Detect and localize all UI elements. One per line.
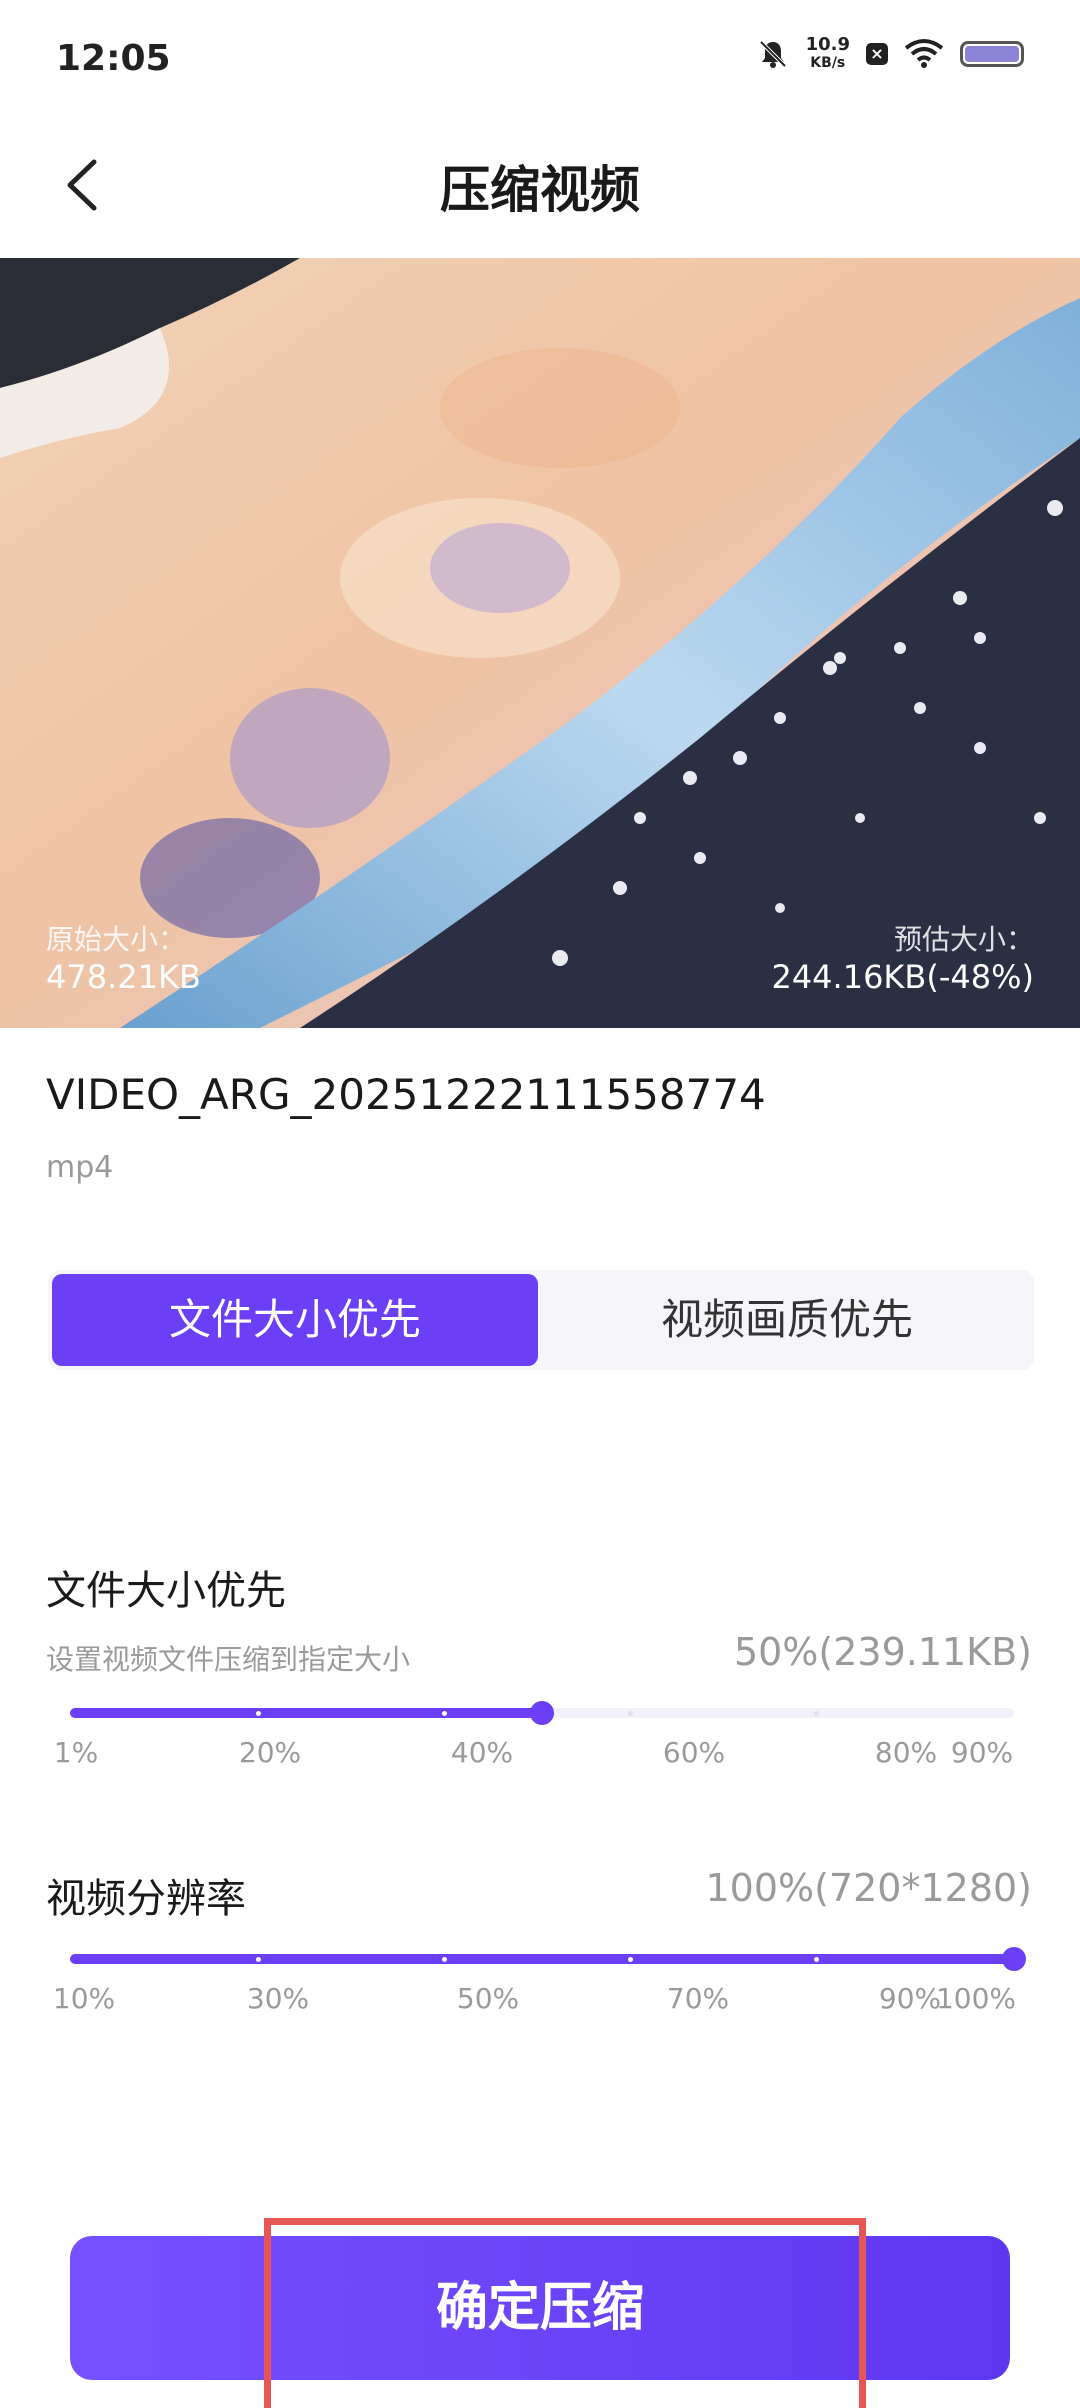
battery-icon <box>960 41 1024 67</box>
file-extension: mp4 <box>46 1150 114 1185</box>
tab-quality-priority[interactable]: 视频画质优先 <box>544 1274 1030 1366</box>
slider-tick <box>256 1711 261 1716</box>
confirm-compress-button[interactable]: 确定压缩 <box>70 2236 1010 2380</box>
slider-tick <box>814 1957 819 1962</box>
resolution-tick-label: 50% <box>456 1982 520 2015</box>
slider-fill <box>70 1954 1014 1964</box>
resolution-tick-label: 100% <box>935 1982 1017 2015</box>
resolution-tick-label: 90% <box>878 1982 942 2015</box>
slider-fill <box>70 1708 542 1718</box>
size-tick-label: 90% <box>950 1736 1014 1769</box>
size-tick-label: 60% <box>662 1736 726 1769</box>
size-section-desc: 设置视频文件压缩到指定大小 <box>46 1643 411 1676</box>
size-section-title: 文件大小优先 <box>46 1568 286 1614</box>
page-title: 压缩视频 <box>440 161 640 219</box>
size-section-value: 50%(239.11KB) <box>733 1630 1032 1674</box>
battery-fill <box>965 46 1019 62</box>
wifi-icon <box>904 39 944 68</box>
status-bar: 12:05 10.9 KB/s × <box>0 0 1080 120</box>
estimated-size-label: 预估大小： <box>893 923 1034 956</box>
resolution-tick-label: 30% <box>246 1982 310 2015</box>
net-speed-unit: KB/s <box>810 55 846 71</box>
slider-tick <box>442 1711 447 1716</box>
original-size-value: 478.21KB <box>46 958 201 996</box>
file-name: VIDEO_ARG_20251222111558774 <box>46 1070 766 1119</box>
notification-icon: × <box>866 43 888 65</box>
header: 压缩视频 <box>0 120 1080 260</box>
compression-mode-tabs: 文件大小优先 视频画质优先 <box>48 1270 1034 1370</box>
net-speed-value: 10.9 <box>805 34 850 55</box>
status-time: 12:05 <box>56 38 171 79</box>
mute-bell-icon <box>759 40 786 68</box>
slider-thumb[interactable] <box>1002 1947 1026 1971</box>
status-icons: 10.9 KB/s × <box>756 36 1024 72</box>
size-tick-label: 40% <box>450 1736 514 1769</box>
size-tick-label: 20% <box>238 1736 302 1769</box>
resolution-section-value: 100%(720*1280) <box>705 1866 1032 1910</box>
net-speed: 10.9 KB/s <box>806 36 850 72</box>
size-tick-label: 1% <box>53 1736 99 1769</box>
compress-video-screen: 12:05 10.9 KB/s × 压缩视频 原始大小： 478.21KB 预估… <box>0 0 1080 2408</box>
slider-tick <box>442 1957 447 1962</box>
resolution-tick-label: 70% <box>666 1982 730 2015</box>
slider-tick <box>628 1957 633 1962</box>
tab-size-priority[interactable]: 文件大小优先 <box>52 1274 538 1366</box>
slider-tick <box>256 1957 261 1962</box>
slider-thumb[interactable] <box>530 1701 554 1725</box>
size-tick-label: 80% <box>874 1736 938 1769</box>
slider-tick <box>814 1711 819 1716</box>
resolution-tick-label: 10% <box>52 1982 116 2015</box>
video-preview[interactable]: 原始大小： 478.21KB 预估大小： 244.16KB(-48%) <box>0 258 1080 1028</box>
video-thumbnail <box>0 258 1080 1028</box>
file-size-slider[interactable] <box>70 1692 1014 1732</box>
original-size-label: 原始大小： <box>46 923 187 956</box>
estimated-size-value: 244.16KB(-48%) <box>771 958 1034 996</box>
resolution-slider[interactable] <box>70 1938 1026 1978</box>
slider-tick <box>628 1711 633 1716</box>
resolution-section-title: 视频分辨率 <box>46 1876 246 1922</box>
